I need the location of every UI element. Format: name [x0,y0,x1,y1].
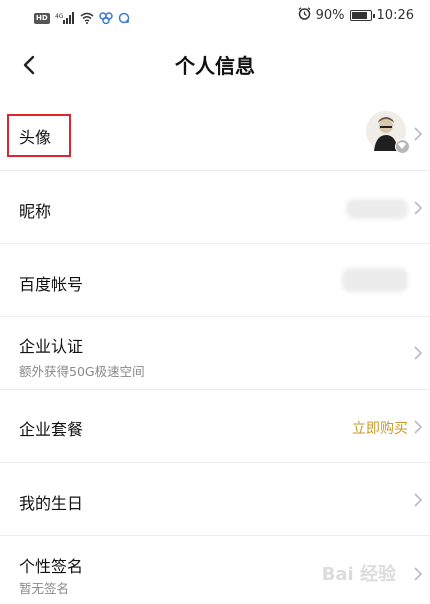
wifi-icon [80,9,94,28]
row-birthday[interactable]: 我的生日 [0,463,430,536]
row-sub-signature: 暂无签名 [19,581,70,596]
hd-badge: HD [34,13,50,24]
blurred-nickname-value [346,199,408,219]
row-enterprise-plan[interactable]: 企业套餐 立即购买 [0,390,430,463]
row-label-signature: 个性签名 [19,557,84,576]
header-bar: 个人信息 [0,40,430,90]
chevron-right-icon [414,201,423,215]
chevron-right-icon [414,346,423,360]
status-left: HD 4G [34,9,130,28]
chevron-right-icon [414,420,423,434]
clock-time: 10:26 [376,8,414,23]
row-enterprise-verify[interactable]: 企业认证 额外获得50G极速空间 [0,317,430,390]
cloud-notification-icon [118,9,130,28]
chevron-right-icon [414,567,423,581]
chevron-right-icon [414,493,423,507]
status-bar: HD 4G 90% 10:26 [0,0,430,32]
battery-percent: 90% [315,8,345,23]
signal-label: 4G [55,13,64,20]
avatar [366,111,410,154]
row-label-birthday: 我的生日 [19,494,84,513]
row-baidu-account[interactable]: 百度帐号 [0,244,430,317]
watermark: Bai 经验 [321,564,396,585]
battery-icon [349,10,375,21]
chevron-right-icon [414,127,423,141]
row-label-nickname: 昵称 [19,202,52,221]
vip-badge-icon [395,139,410,154]
row-label-enterprise-verify: 企业认证 [19,337,84,356]
app-notification-icon [98,9,113,28]
page-title: 个人信息 [175,54,255,78]
status-right: 90% 10:26 [298,7,414,24]
row-label-enterprise-plan: 企业套餐 [19,420,84,439]
row-nickname[interactable]: 昵称 [0,171,430,244]
signal-icon: 4G [55,9,75,28]
row-label-baidu-account: 百度帐号 [19,275,84,294]
blurred-account-value [342,268,408,292]
alarm-icon [298,7,311,24]
row-sub-enterprise-verify: 额外获得50G极速空间 [19,364,145,379]
highlight-box [7,114,71,157]
buy-now-link[interactable]: 立即购买 [352,418,408,438]
